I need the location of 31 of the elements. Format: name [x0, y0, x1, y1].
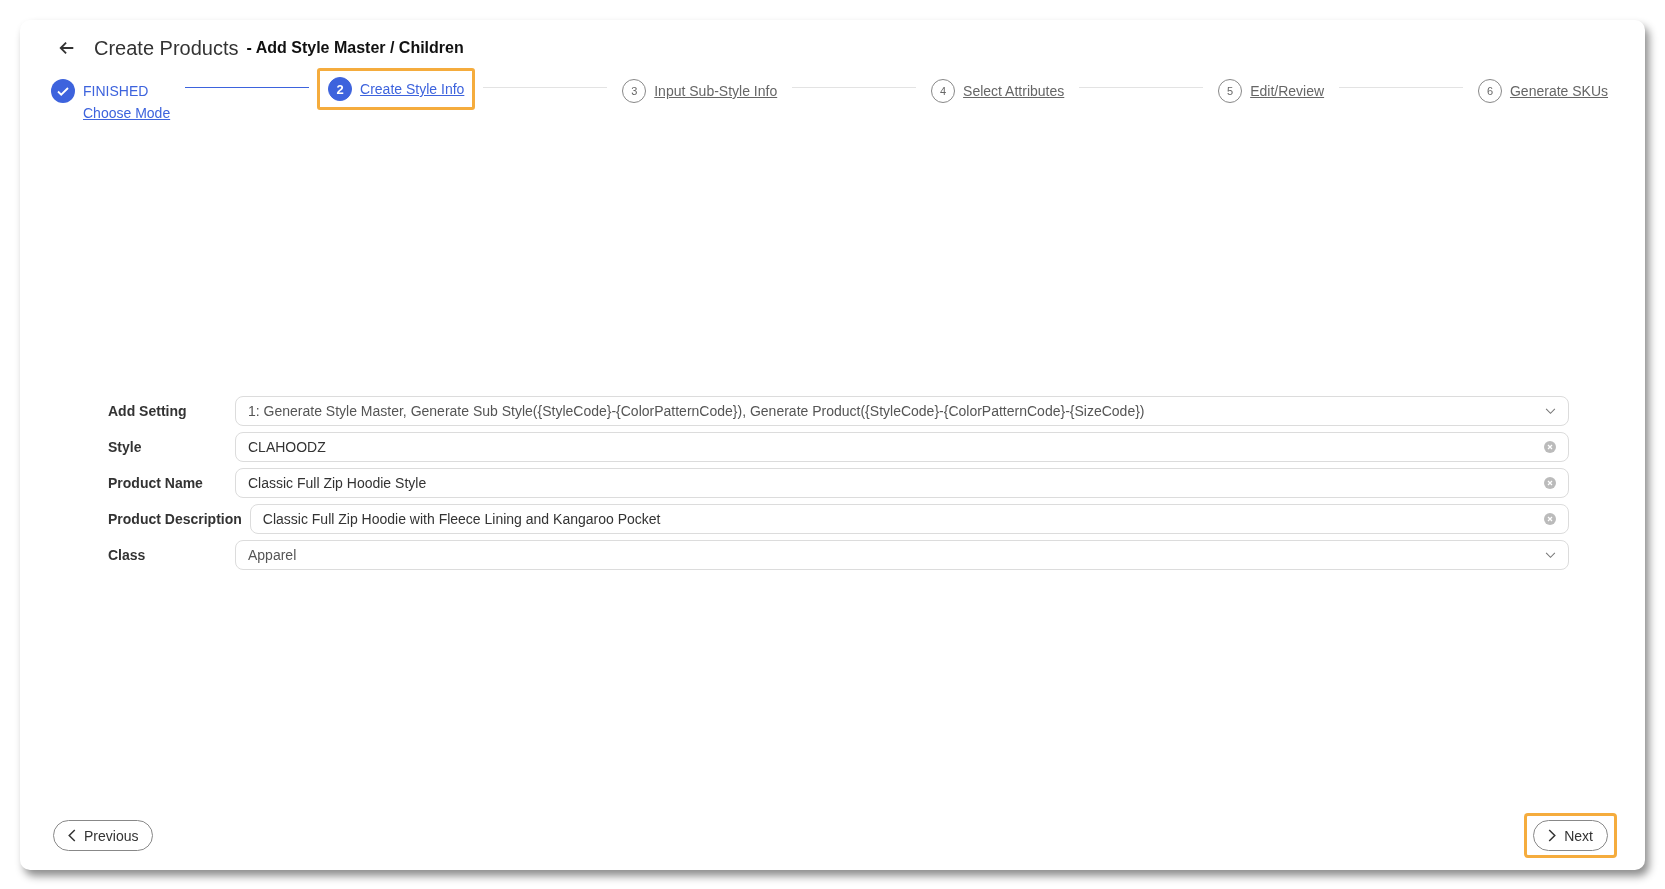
- chevron-down-icon[interactable]: [1545, 407, 1556, 415]
- input-field[interactable]: Classic Full Zip Hoodie with Fleece Lining and Kangaroo Pocket: [249, 504, 1569, 534]
- step-link[interactable]: Choose Mode: [83, 105, 171, 121]
- field-label: Add Setting: [108, 403, 188, 419]
- step-link[interactable]: Create Style Info: [360, 81, 465, 97]
- step-link[interactable]: Input Sub-Style Info: [654, 83, 778, 99]
- check-icon: [51, 79, 75, 103]
- step-link[interactable]: Edit/Review: [1250, 83, 1325, 99]
- chevron-down-icon[interactable]: [1545, 551, 1556, 559]
- page-subtitle: - Add Style Master / Children: [246, 39, 464, 57]
- step-number: 2: [328, 77, 353, 101]
- clear-icon[interactable]: [1544, 441, 1556, 453]
- dropdown-field[interactable]: 1: Generate Style Master, Generate Sub Style({StyleCode}-{ColorPatternCode}), Generate Product({StyleCode}-{ColorPatternCode}-{SizeCode}): [235, 396, 1569, 426]
- step-link[interactable]: Select Attributes: [963, 83, 1065, 99]
- page-title: Create Products: [94, 36, 239, 60]
- chevron-left-icon: [68, 829, 76, 842]
- back-arrow-icon[interactable]: [58, 39, 76, 57]
- step-link[interactable]: Generate SKUs: [1509, 83, 1609, 99]
- field-label: Style: [108, 439, 143, 455]
- dropdown-field[interactable]: Apparel: [235, 540, 1569, 570]
- input-field[interactable]: CLAHOODZ: [235, 432, 1569, 462]
- next-button[interactable]: Next: [1533, 820, 1608, 851]
- field-label: Product Name: [108, 475, 204, 491]
- chevron-right-icon: [1548, 829, 1557, 842]
- input-field[interactable]: Classic Full Zip Hoodie Style: [235, 468, 1569, 498]
- field-label: Class: [108, 547, 147, 563]
- step-status: FINISHED: [83, 83, 149, 99]
- clear-icon[interactable]: [1544, 477, 1556, 489]
- previous-button[interactable]: Previous: [53, 820, 154, 851]
- field-label: Product Description: [108, 511, 242, 527]
- clear-icon[interactable]: [1544, 513, 1556, 525]
